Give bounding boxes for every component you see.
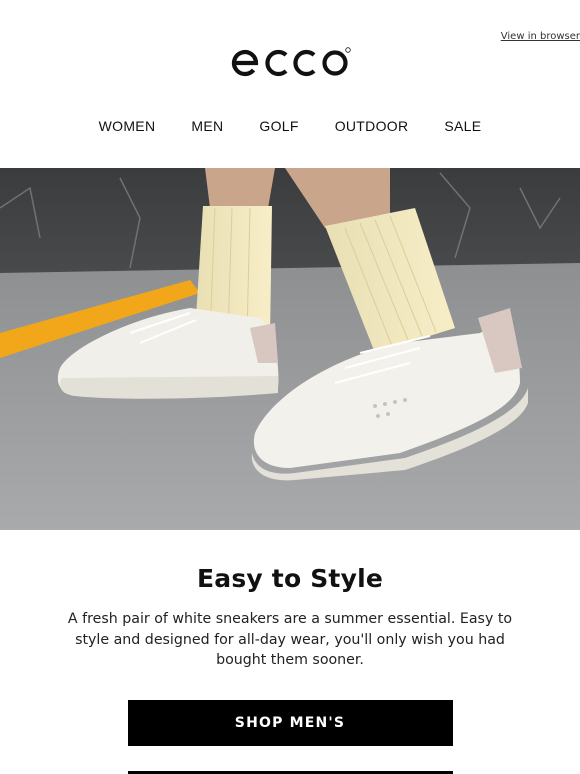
content-section: Easy to Style A fresh pair of white snea… bbox=[0, 530, 580, 746]
ecco-logo[interactable] bbox=[229, 45, 351, 79]
section-title: Easy to Style bbox=[196, 564, 384, 593]
main-nav: WOMEN MEN GOLF OUTDOOR SALE bbox=[0, 118, 580, 158]
hero-image[interactable] bbox=[0, 168, 580, 530]
nav-item-women[interactable]: WOMEN bbox=[81, 118, 174, 158]
nav-item-outdoor[interactable]: OUTDOOR bbox=[317, 118, 427, 158]
shop-mens-button[interactable]: SHOP MEN'S bbox=[127, 699, 453, 746]
nav-item-men[interactable]: MEN bbox=[173, 118, 241, 158]
logo-container bbox=[0, 45, 580, 95]
top-bar: View in browser bbox=[0, 0, 580, 45]
nav-item-sale[interactable]: SALE bbox=[426, 118, 499, 158]
sneakers-photo bbox=[0, 168, 580, 530]
nav-item-golf[interactable]: GOLF bbox=[241, 118, 316, 158]
view-in-browser-link[interactable]: View in browser bbox=[501, 31, 580, 42]
section-body: A fresh pair of white sneakers are a sum… bbox=[67, 611, 513, 668]
